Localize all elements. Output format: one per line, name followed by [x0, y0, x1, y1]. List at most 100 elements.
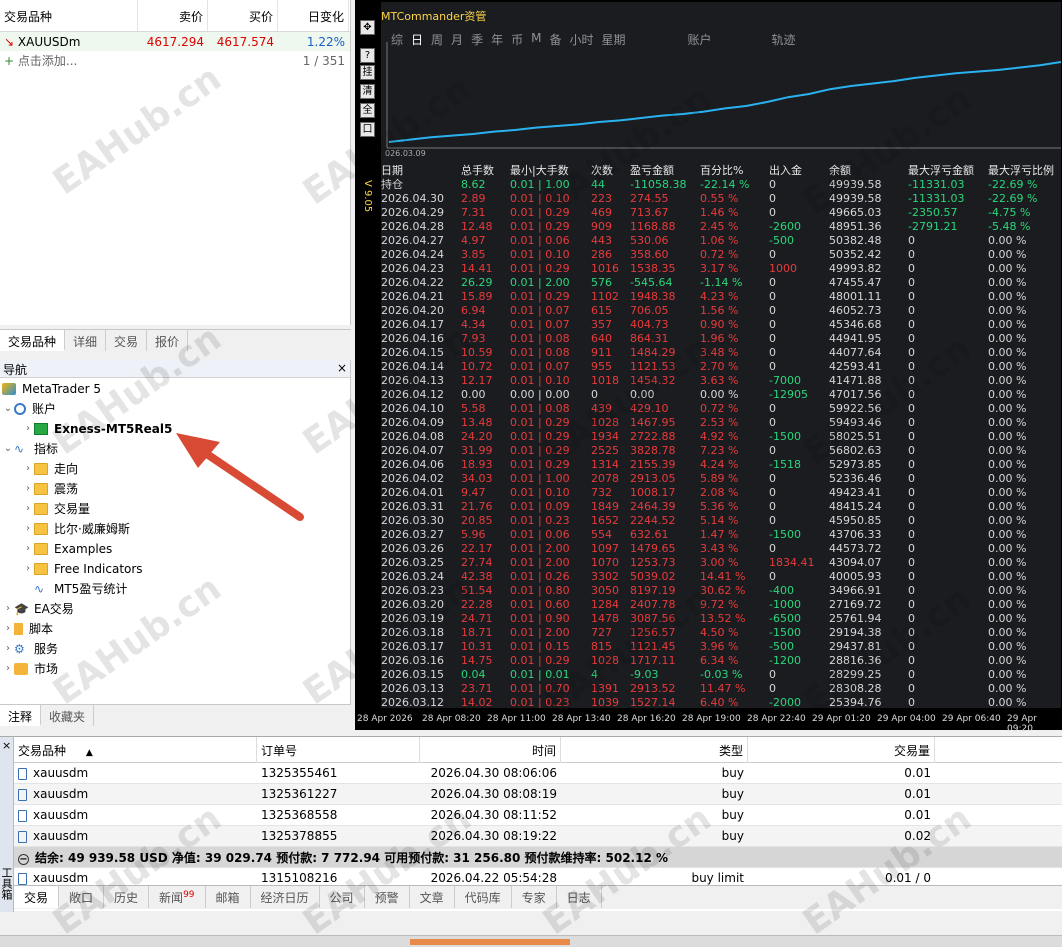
- chevron-right-icon[interactable]: ›: [22, 463, 34, 474]
- toolbox-tab-label: 文章: [419, 891, 444, 905]
- help-button[interactable]: ?: [360, 48, 375, 63]
- stats-cell: -6500: [769, 612, 801, 625]
- stats-cell: 0: [769, 290, 776, 303]
- chevron-right-icon[interactable]: ›: [22, 523, 34, 534]
- stats-col-header: 日期: [381, 164, 403, 177]
- collapse-icon[interactable]: −: [18, 853, 29, 865]
- col-change[interactable]: 日变化: [278, 0, 349, 31]
- stats-cell: 0.01 | 1.00: [510, 178, 570, 191]
- stats-cell: 5.96: [461, 528, 486, 541]
- tab-details[interactable]: 详细: [65, 330, 107, 351]
- tab-common[interactable]: 注释: [0, 705, 42, 726]
- symbol-row[interactable]: ↘ XAUUSDm 4617.294 4617.574 1.22%: [0, 32, 350, 51]
- order-row[interactable]: xauusdm 1325361227 2026.04.30 08:08:19 buy 0…: [14, 784, 1062, 805]
- nav-item-scripts[interactable]: › 脚本: [2, 619, 53, 638]
- nav-folder-volumes[interactable]: › 交易量: [22, 499, 90, 518]
- stats-cell: 8197.19: [630, 584, 676, 597]
- chevron-right-icon[interactable]: ›: [22, 423, 34, 434]
- strip-button-pending[interactable]: 挂: [360, 65, 375, 80]
- nav-item-account-exness[interactable]: › Exness-MT5Real5: [22, 419, 172, 438]
- strip-button-all[interactable]: 全: [360, 103, 375, 118]
- toolbox-tab[interactable]: 日志: [557, 886, 602, 908]
- nav-item-mt5-stats[interactable]: ∿ MT5盈亏统计: [34, 579, 127, 598]
- stats-cell: 59493.46: [829, 416, 882, 429]
- toolbox-tab[interactable]: 经济日历: [251, 886, 320, 908]
- nav-folder-trend[interactable]: › 走向: [22, 459, 78, 478]
- stats-cell: -545.64: [630, 276, 673, 289]
- order-row[interactable]: xauusdm 1325378855 2026.04.30 08:19:22 buy 0…: [14, 826, 1062, 847]
- nav-item-accounts[interactable]: ⌄ 账户: [2, 399, 56, 418]
- stats-cell: 0: [908, 640, 915, 653]
- toolbox-tab[interactable]: 新闻99: [149, 886, 206, 908]
- col-type[interactable]: 类型: [561, 736, 748, 763]
- stats-cell: 24.71: [461, 612, 493, 625]
- chevron-right-icon[interactable]: ›: [22, 503, 34, 514]
- col-time[interactable]: 时间: [420, 736, 561, 763]
- toolbox-tab[interactable]: 代码库: [455, 886, 512, 908]
- chevron-right-icon[interactable]: ›: [22, 483, 34, 494]
- nav-item-indicators[interactable]: ⌄ ∿ 指标: [2, 439, 58, 458]
- tab-ticks[interactable]: 报价: [147, 330, 189, 351]
- chevron-right-icon[interactable]: ›: [2, 643, 14, 654]
- nav-item-experts[interactable]: › 🎓 EA交易: [2, 599, 74, 618]
- time-axis-label: 29 Apr 04:00: [877, 714, 936, 724]
- chevron-down-icon[interactable]: ⌄: [2, 403, 14, 414]
- col-ticket[interactable]: 订单号: [257, 736, 420, 763]
- close-icon[interactable]: ×: [337, 361, 347, 376]
- chevron-right-icon[interactable]: ›: [22, 563, 34, 574]
- stats-cell: 0: [908, 598, 915, 611]
- nav-item-services[interactable]: › ⚙ 服务: [2, 639, 58, 658]
- toolbox-tab-label: 公司: [329, 891, 354, 905]
- col-bid[interactable]: 卖价: [138, 0, 208, 31]
- chevron-right-icon[interactable]: ›: [2, 603, 14, 614]
- strip-button-clear[interactable]: 清: [360, 84, 375, 99]
- stats-cell: 2026.04.27: [381, 234, 444, 247]
- col-symbol[interactable]: 交易品种: [0, 0, 138, 31]
- toolbox-tab[interactable]: 敞口: [59, 886, 105, 908]
- order-row[interactable]: xauusdm 1325368558 2026.04.30 08:11:52 buy 0…: [14, 805, 1062, 826]
- toolbox-tab[interactable]: 邮箱: [206, 886, 251, 908]
- nav-folder-free-indicators[interactable]: › Free Indicators: [22, 559, 143, 578]
- stats-cell: 50352.42: [829, 248, 882, 261]
- toolbox-tab[interactable]: 历史: [104, 886, 150, 908]
- tab-trading[interactable]: 交易: [106, 330, 148, 351]
- chevron-right-icon[interactable]: ›: [22, 543, 34, 554]
- chevron-right-icon[interactable]: ›: [2, 663, 14, 674]
- col-volume[interactable]: 交易量: [748, 736, 935, 763]
- stats-cell: -4.75 %: [988, 206, 1031, 219]
- col-symbol[interactable]: 交易品种 ▲: [14, 736, 257, 763]
- nav-folder-bill-williams[interactable]: › 比尔·威廉姆斯: [22, 519, 130, 538]
- nav-folder-oscillators[interactable]: › 震荡: [22, 479, 78, 498]
- toolbox-tab[interactable]: 专家: [512, 886, 557, 908]
- toolbox-tab[interactable]: 公司: [320, 886, 365, 908]
- toolbox-tab[interactable]: 文章: [410, 886, 455, 908]
- orders-table: 交易品种 ▲ 订单号 时间 类型 交易量 xauusdm 1325355461 20…: [14, 736, 1062, 889]
- folder-icon: [34, 482, 48, 495]
- col-ask[interactable]: 买价: [208, 0, 278, 31]
- strip-button-open[interactable]: 口: [360, 122, 375, 137]
- gear-icon: ⚙: [14, 641, 25, 656]
- toolbox-tab[interactable]: 预警: [365, 886, 410, 908]
- stats-cell: 10.31: [461, 640, 493, 653]
- account-summary-row[interactable]: − 结余: 49 939.58 USD 净值: 39 029.74 预付款: 7 …: [14, 847, 1062, 868]
- stats-cell: 2026.04.29: [381, 206, 444, 219]
- stats-cell: 2026.04.22: [381, 276, 444, 289]
- toolbox-tab[interactable]: 交易: [14, 886, 60, 908]
- stats-cell: 0.00 %: [988, 612, 1027, 625]
- tab-symbols[interactable]: 交易品种: [0, 330, 66, 351]
- chevron-right-icon[interactable]: ›: [2, 623, 14, 634]
- stats-cell: 30.62 %: [700, 584, 746, 597]
- order-row[interactable]: xauusdm 1325355461 2026.04.30 08:06:06 buy 0…: [14, 763, 1062, 784]
- add-symbol-row[interactable]: + 点击添加... 1 / 351: [0, 51, 350, 70]
- chevron-down-icon[interactable]: ⌄: [2, 443, 14, 454]
- close-icon[interactable]: ×: [2, 739, 11, 752]
- nav-item-market[interactable]: › 市场: [2, 659, 58, 678]
- stats-cell: 0.01 | 0.10: [510, 192, 570, 205]
- stats-cell: 0: [769, 570, 776, 583]
- stats-cell: 2155.39: [630, 458, 676, 471]
- move-icon[interactable]: ✥: [360, 20, 375, 35]
- nav-folder-examples[interactable]: › Examples: [22, 539, 112, 558]
- tab-favorites[interactable]: 收藏夹: [41, 705, 95, 726]
- stats-cell: 0.00 %: [988, 542, 1027, 555]
- nav-item-metatrader[interactable]: MetaTrader 5: [2, 379, 101, 398]
